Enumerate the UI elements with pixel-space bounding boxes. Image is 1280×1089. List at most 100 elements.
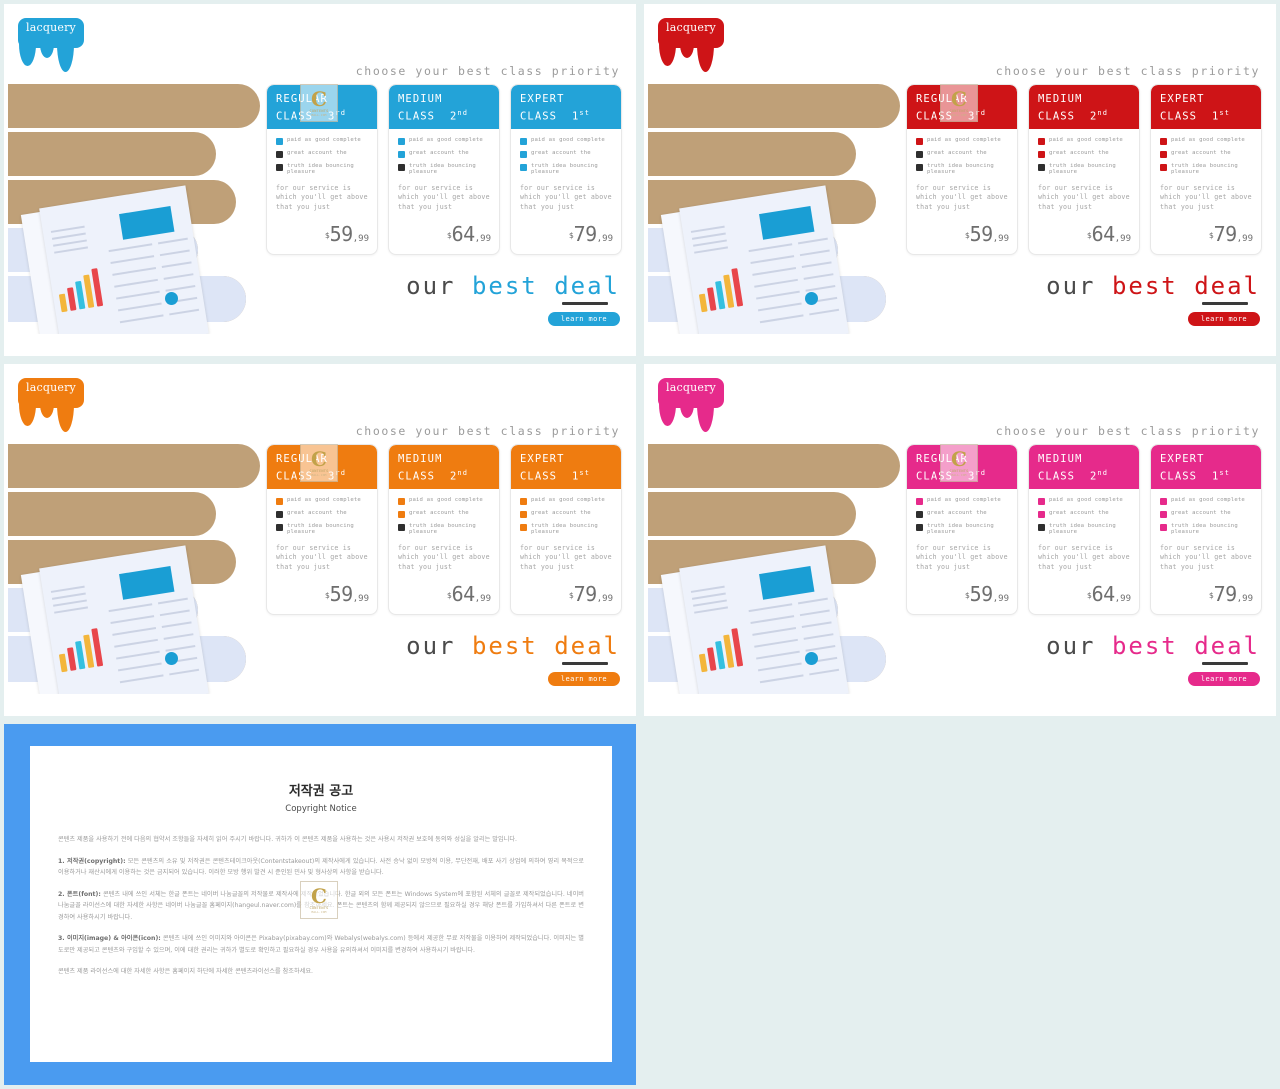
best-deal-heading: our best deal [1046, 632, 1260, 660]
logo-drip-icon [680, 44, 694, 58]
pricing-card-tier: MEDIUM [1038, 453, 1083, 465]
pricing-card-description: for our service is which you'll get abov… [276, 183, 368, 211]
pricing-card-header: MEDIUM CLASS 2nd [389, 445, 499, 489]
pricing-card-header: REGULAR CLASS 3rd [907, 85, 1017, 129]
pricing-card[interactable]: REGULAR CLASS 3rd paid as good complete gre… [906, 84, 1018, 256]
wood-bar [8, 492, 216, 536]
pricing-card-tier: EXPERT [520, 453, 565, 465]
feature-label: truth idea bouncing pleasure [1049, 523, 1116, 536]
feature-item: truth idea bouncing pleasure [398, 163, 491, 176]
bullet-square-icon [276, 151, 283, 158]
slide-blue[interactable]: lacquery choose your best class priority R… [4, 4, 636, 356]
pricing-card-class: CLASS 1st [520, 109, 591, 123]
pricing-card[interactable]: EXPERT CLASS 1st paid as good complete grea… [510, 444, 622, 616]
pricing-card-description: for our service is which you'll get abov… [1038, 183, 1130, 211]
learn-more-button[interactable]: learn more [547, 672, 620, 686]
bullet-square-icon [1038, 151, 1045, 158]
bullet-square-icon [276, 498, 283, 505]
pricing-card-list: REGULAR CLASS 3rd paid as good complete gre… [266, 444, 622, 616]
pricing-card[interactable]: MEDIUM CLASS 2nd paid as good complete grea… [1028, 444, 1140, 616]
pricing-card[interactable]: REGULAR CLASS 3rd paid as good complete gre… [266, 444, 378, 616]
pricing-card[interactable]: REGULAR CLASS 3rd paid as good complete gre… [906, 444, 1018, 616]
bullet-square-icon [1160, 524, 1167, 531]
copyright-section-3: 3. 이미지(image) & 아이콘(icon): 콘텐츠 내에 쓰인 이미지… [58, 933, 584, 956]
slide-red[interactable]: lacquery choose your best class priority R… [644, 4, 1276, 356]
price-cents: ,99 [352, 234, 369, 245]
brand-logo[interactable]: lacquery [658, 378, 738, 432]
info-badge-icon [165, 292, 178, 305]
bullet-square-icon [520, 524, 527, 531]
best-deal-accent: best deal [1111, 631, 1260, 660]
pricing-card-body: paid as good complete great account the tr… [389, 129, 499, 254]
best-deal-heading: our best deal [406, 632, 620, 660]
feature-item: great account the [276, 510, 369, 518]
feature-label: great account the [531, 510, 591, 516]
pricing-card-price: $59,99 [276, 582, 369, 606]
learn-more-button[interactable]: learn more [1187, 672, 1260, 686]
bullet-square-icon [398, 511, 405, 518]
feature-label: truth idea bouncing pleasure [531, 523, 598, 536]
hero-image-collage [648, 444, 913, 694]
price-cents: ,99 [352, 594, 369, 605]
pricing-card[interactable]: MEDIUM CLASS 2nd paid as good complete grea… [1028, 84, 1140, 256]
logo-drip-icon [40, 44, 54, 58]
pricing-card-class: CLASS 2nd [398, 109, 469, 123]
feature-label: paid as good complete [287, 137, 361, 143]
pricing-card-header: REGULAR CLASS 3rd [267, 445, 377, 489]
feature-label: paid as good complete [531, 497, 605, 503]
feature-label: paid as good complete [409, 137, 483, 143]
best-deal-heading: our best deal [1046, 272, 1260, 300]
feature-label: paid as good complete [1049, 497, 1123, 503]
brand-logo[interactable]: lacquery [18, 378, 98, 432]
feature-item: paid as good complete [398, 497, 491, 505]
feature-label: great account the [1171, 510, 1231, 516]
bullet-square-icon [520, 511, 527, 518]
best-deal-block: our best deal learn more [1046, 272, 1260, 326]
feature-item: paid as good complete [520, 137, 613, 145]
slide-pink[interactable]: lacquery choose your best class priority R… [644, 364, 1276, 716]
pricing-card-class: CLASS 1st [1160, 469, 1231, 483]
bullet-square-icon [916, 524, 923, 531]
feature-item: great account the [1038, 150, 1131, 158]
feature-item: great account the [916, 510, 1009, 518]
feature-label: great account the [531, 150, 591, 156]
pricing-card-tier: MEDIUM [398, 453, 443, 465]
learn-more-button[interactable]: learn more [547, 312, 620, 326]
feature-item: great account the [916, 150, 1009, 158]
learn-more-button[interactable]: learn more [1187, 312, 1260, 326]
pricing-card-description: for our service is which you'll get abov… [398, 183, 490, 211]
wood-bar [8, 444, 260, 488]
pricing-card-tier: EXPERT [1160, 93, 1205, 105]
pricing-card-price: $59,99 [916, 582, 1009, 606]
pricing-card-body: paid as good complete great account the tr… [389, 489, 499, 614]
feature-item: truth idea bouncing pleasure [916, 163, 1009, 176]
feature-item: great account the [398, 150, 491, 158]
price-cents: ,99 [1236, 234, 1253, 245]
brand-logo[interactable]: lacquery [18, 18, 98, 72]
pricing-card-body: paid as good complete great account the tr… [1151, 129, 1261, 254]
feature-label: truth idea bouncing pleasure [409, 523, 476, 536]
hero-image-collage [8, 444, 273, 694]
pricing-card-price: $79,99 [520, 582, 613, 606]
feature-label: truth idea bouncing pleasure [1049, 163, 1116, 176]
pricing-card[interactable]: EXPERT CLASS 1st paid as good complete grea… [1150, 84, 1262, 256]
pricing-card[interactable]: EXPERT CLASS 1st paid as good complete grea… [1150, 444, 1262, 616]
pricing-card-header: REGULAR CLASS 3rd [907, 445, 1017, 489]
pricing-card[interactable]: MEDIUM CLASS 2nd paid as good complete grea… [388, 444, 500, 616]
logo-drip-icon [40, 404, 54, 418]
pricing-card[interactable]: REGULAR CLASS 3rd paid as good complete gre… [266, 84, 378, 256]
best-deal-block: our best deal learn more [406, 632, 620, 686]
pricing-card[interactable]: EXPERT CLASS 1st paid as good complete grea… [510, 84, 622, 256]
pricing-card-class: CLASS 1st [520, 469, 591, 483]
bullet-square-icon [1038, 138, 1045, 145]
slide-copyright-notice[interactable]: 저작권 공고 Copyright Notice 콘텐츠 제품을 사용하기 전에 … [4, 724, 636, 1085]
pricing-card-body: paid as good complete great account the tr… [1029, 489, 1139, 614]
pricing-card-price: $64,99 [398, 222, 491, 246]
feature-item: paid as good complete [1160, 137, 1253, 145]
slide-orange[interactable]: lacquery choose your best class priority R… [4, 364, 636, 716]
pricing-card[interactable]: MEDIUM CLASS 2nd paid as good complete grea… [388, 84, 500, 256]
pricing-card-price: $64,99 [1038, 222, 1131, 246]
pricing-card-description: for our service is which you'll get abov… [916, 183, 1008, 211]
brand-logo[interactable]: lacquery [658, 18, 738, 72]
pricing-card-description: for our service is which you'll get abov… [1038, 543, 1130, 571]
